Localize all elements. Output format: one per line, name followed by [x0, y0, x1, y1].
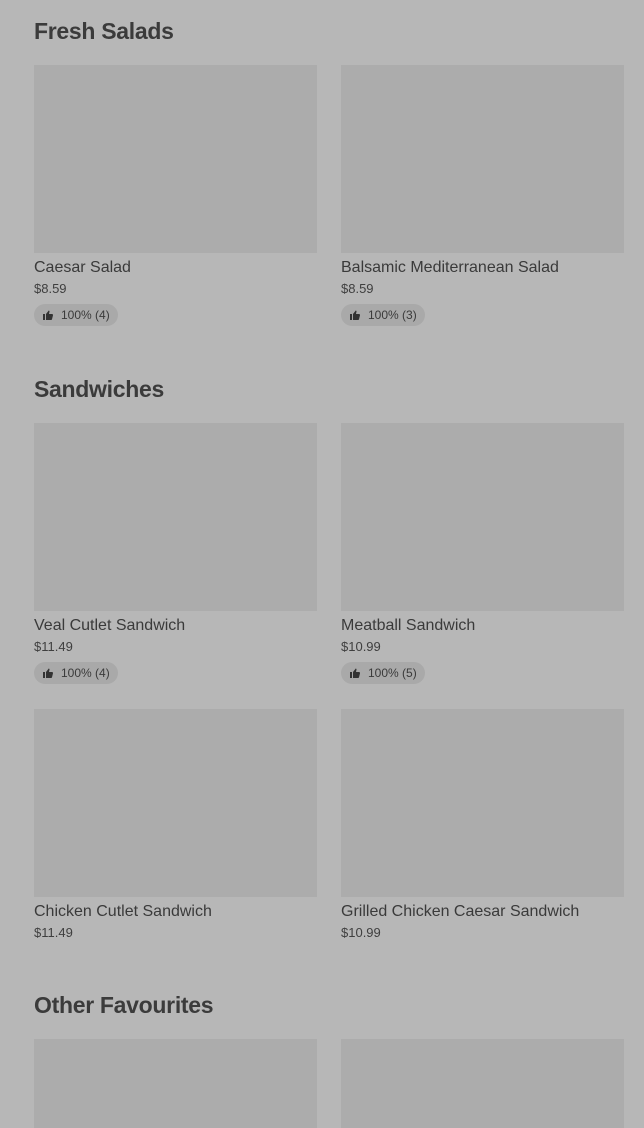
- thumbs-up-icon: [350, 310, 361, 320]
- menu-item-name: Chicken Cutlet Sandwich: [34, 903, 212, 920]
- section-title-fresh-salads: Fresh Salads: [34, 18, 174, 44]
- menu-item-card[interactable]: Grilled Chicken Caesar Sandwich $10.99: [341, 709, 624, 941]
- rating-text: 100% (3): [368, 308, 417, 322]
- menu-item-price: $10.99: [341, 639, 381, 654]
- thumbs-up-icon: [43, 668, 54, 678]
- menu-item-card[interactable]: [34, 1039, 317, 1128]
- rating-text: 100% (5): [368, 666, 417, 680]
- menu-item-price: $11.49: [34, 639, 73, 654]
- menu-item-card[interactable]: Meatball Sandwich $10.99 100% (5): [341, 423, 624, 684]
- menu-item-price: $8.59: [341, 281, 374, 296]
- menu-item-name: Grilled Chicken Caesar Sandwich: [341, 903, 580, 920]
- section-title-sandwiches: Sandwiches: [34, 376, 164, 402]
- menu-item-image[interactable]: [34, 709, 317, 897]
- menu-item-card[interactable]: Caesar Salad $8.59 100% (4): [34, 65, 317, 326]
- menu-item-card[interactable]: Veal Cutlet Sandwich $11.49 100% (4): [34, 423, 317, 684]
- menu-item-card[interactable]: Balsamic Mediterranean Salad $8.59 100% …: [341, 65, 624, 326]
- section-title-other-favourites: Other Favourites: [34, 992, 214, 1018]
- menu-item-price: $10.99: [341, 925, 381, 940]
- menu-item-name: Veal Cutlet Sandwich: [34, 617, 186, 634]
- menu-item-card[interactable]: [341, 1039, 624, 1128]
- thumbs-up-icon: [350, 668, 361, 678]
- thumbs-up-icon: [43, 310, 54, 320]
- rating-badge: 100% (4): [34, 662, 118, 684]
- menu-item-image[interactable]: [341, 709, 624, 897]
- menu-item-image[interactable]: [34, 1039, 317, 1128]
- menu-item-image[interactable]: [341, 1039, 624, 1128]
- menu-item-card[interactable]: Chicken Cutlet Sandwich $11.49: [34, 709, 317, 941]
- menu-item-image[interactable]: [34, 423, 317, 611]
- menu-item-image[interactable]: [341, 65, 624, 253]
- menu-item-name: Meatball Sandwich: [341, 617, 476, 634]
- menu-item-price: $8.59: [34, 281, 67, 296]
- rating-badge: 100% (4): [34, 304, 118, 326]
- menu-item-image[interactable]: [34, 65, 317, 253]
- menu-item-name: Caesar Salad: [34, 259, 131, 276]
- rating-text: 100% (4): [61, 308, 110, 322]
- menu-item-name: Balsamic Mediterranean Salad: [341, 259, 559, 276]
- rating-text: 100% (4): [61, 666, 110, 680]
- rating-badge: 100% (5): [341, 662, 425, 684]
- menu-item-image[interactable]: [341, 423, 624, 611]
- rating-badge: 100% (3): [341, 304, 425, 326]
- menu-item-price: $11.49: [34, 925, 73, 940]
